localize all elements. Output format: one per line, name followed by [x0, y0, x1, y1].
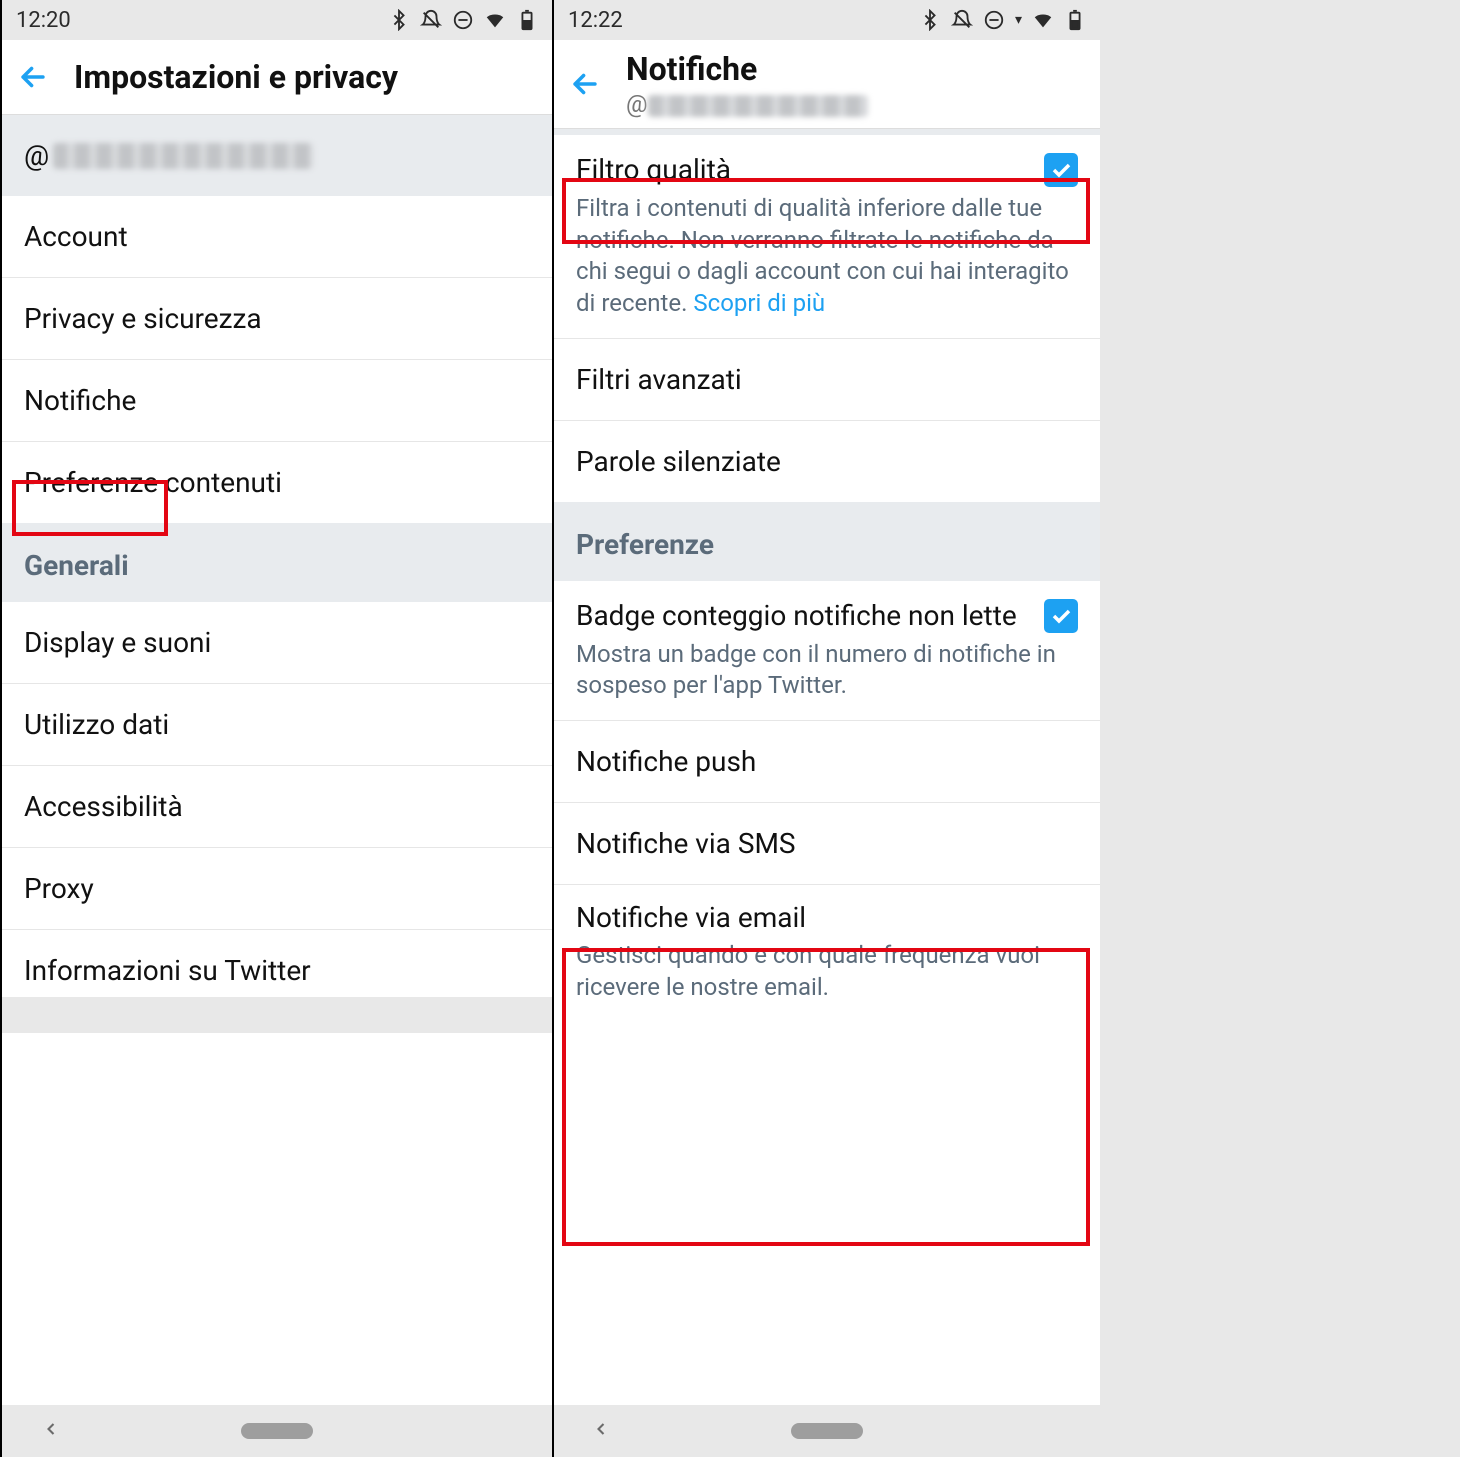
status-time: 12:20 — [16, 8, 71, 33]
bluetooth-icon — [388, 9, 410, 31]
battery-icon — [516, 9, 538, 31]
at-symbol: @ — [626, 90, 648, 118]
bluetooth-icon — [919, 9, 941, 31]
section-header-prefs: Preferenze — [554, 502, 1100, 581]
settings-item-notifications[interactable]: Notifiche — [2, 360, 552, 442]
nav-back-button[interactable] — [591, 1419, 611, 1443]
wifi-icon — [484, 9, 506, 31]
screen-notifications: 12:22 ▾ Notifiche @ Filtro qualità Filtr… — [552, 0, 1100, 1457]
advanced-filters-row[interactable]: Filtri avanzati — [554, 339, 1100, 421]
status-icons — [388, 9, 538, 31]
settings-item-accessibility[interactable]: Accessibilità — [2, 766, 552, 848]
bell-off-icon — [951, 9, 973, 31]
status-bar: 12:20 — [2, 0, 552, 40]
dnd-icon — [452, 9, 474, 31]
settings-item-data-usage[interactable]: Utilizzo dati — [2, 684, 552, 766]
nav-bar — [2, 1405, 552, 1457]
email-desc: Gestisci quando e con quale frequenza vu… — [576, 940, 1078, 1003]
quality-filter-row[interactable]: Filtro qualità — [554, 135, 1100, 193]
sms-notifications-row[interactable]: Notifiche via SMS — [554, 803, 1100, 885]
push-notifications-row[interactable]: Notifiche push — [554, 721, 1100, 803]
page-subtitle: @ — [626, 90, 868, 118]
dnd-icon — [983, 9, 1005, 31]
screen-settings: 12:20 Impostazioni e privacy @ Account P… — [0, 0, 552, 1457]
status-time: 12:22 — [568, 8, 623, 33]
nav-home-pill[interactable] — [791, 1423, 863, 1439]
badge-desc: Mostra un badge con il numero di notific… — [554, 639, 1100, 721]
email-title: Notifiche via email — [576, 901, 1078, 934]
settings-item-content-prefs[interactable]: Preferenze contenuti — [2, 442, 552, 523]
app-bar: Notifiche @ — [554, 40, 1100, 129]
settings-item-about[interactable]: Informazioni su Twitter — [2, 930, 552, 997]
settings-item-display[interactable]: Display e suoni — [2, 602, 552, 684]
back-button[interactable] — [568, 67, 602, 101]
settings-item-proxy[interactable]: Proxy — [2, 848, 552, 930]
settings-item-privacy[interactable]: Privacy e sicurezza — [2, 278, 552, 360]
username-obscured — [648, 95, 868, 117]
quality-filter-desc: Filtra i contenuti di qualità inferiore … — [554, 193, 1100, 339]
nav-back-button[interactable] — [41, 1419, 61, 1443]
bell-off-icon — [420, 9, 442, 31]
page-title: Notifiche — [626, 50, 868, 88]
badge-title: Badge conteggio notifiche non lette — [576, 599, 1017, 632]
username-obscured — [53, 143, 313, 169]
settings-item-account[interactable]: Account — [2, 196, 552, 278]
username-row: @ — [2, 115, 552, 196]
at-symbol: @ — [24, 139, 49, 172]
nav-bar — [554, 1405, 1100, 1457]
spacer — [554, 1025, 1100, 1405]
battery-icon — [1064, 9, 1086, 31]
status-icons: ▾ — [919, 9, 1086, 31]
quality-filter-checkbox[interactable] — [1044, 153, 1078, 187]
caret-down-icon: ▾ — [1015, 12, 1022, 28]
back-button[interactable] — [16, 60, 50, 94]
learn-more-link[interactable]: Scopri di più — [693, 289, 825, 317]
page-title: Impostazioni e privacy — [74, 58, 398, 96]
section-header-general: Generali — [2, 523, 552, 602]
email-notifications-row[interactable]: Notifiche via email Gestisci quando e co… — [554, 885, 1100, 1025]
muted-words-row[interactable]: Parole silenziate — [554, 421, 1100, 502]
quality-filter-title: Filtro qualità — [576, 153, 731, 186]
wifi-icon — [1032, 9, 1054, 31]
badge-checkbox[interactable] — [1044, 599, 1078, 633]
status-bar: 12:22 ▾ — [554, 0, 1100, 40]
nav-home-pill[interactable] — [241, 1423, 313, 1439]
app-bar: Impostazioni e privacy — [2, 40, 552, 115]
badge-row[interactable]: Badge conteggio notifiche non lette — [554, 581, 1100, 639]
bottom-fade — [2, 997, 552, 1033]
